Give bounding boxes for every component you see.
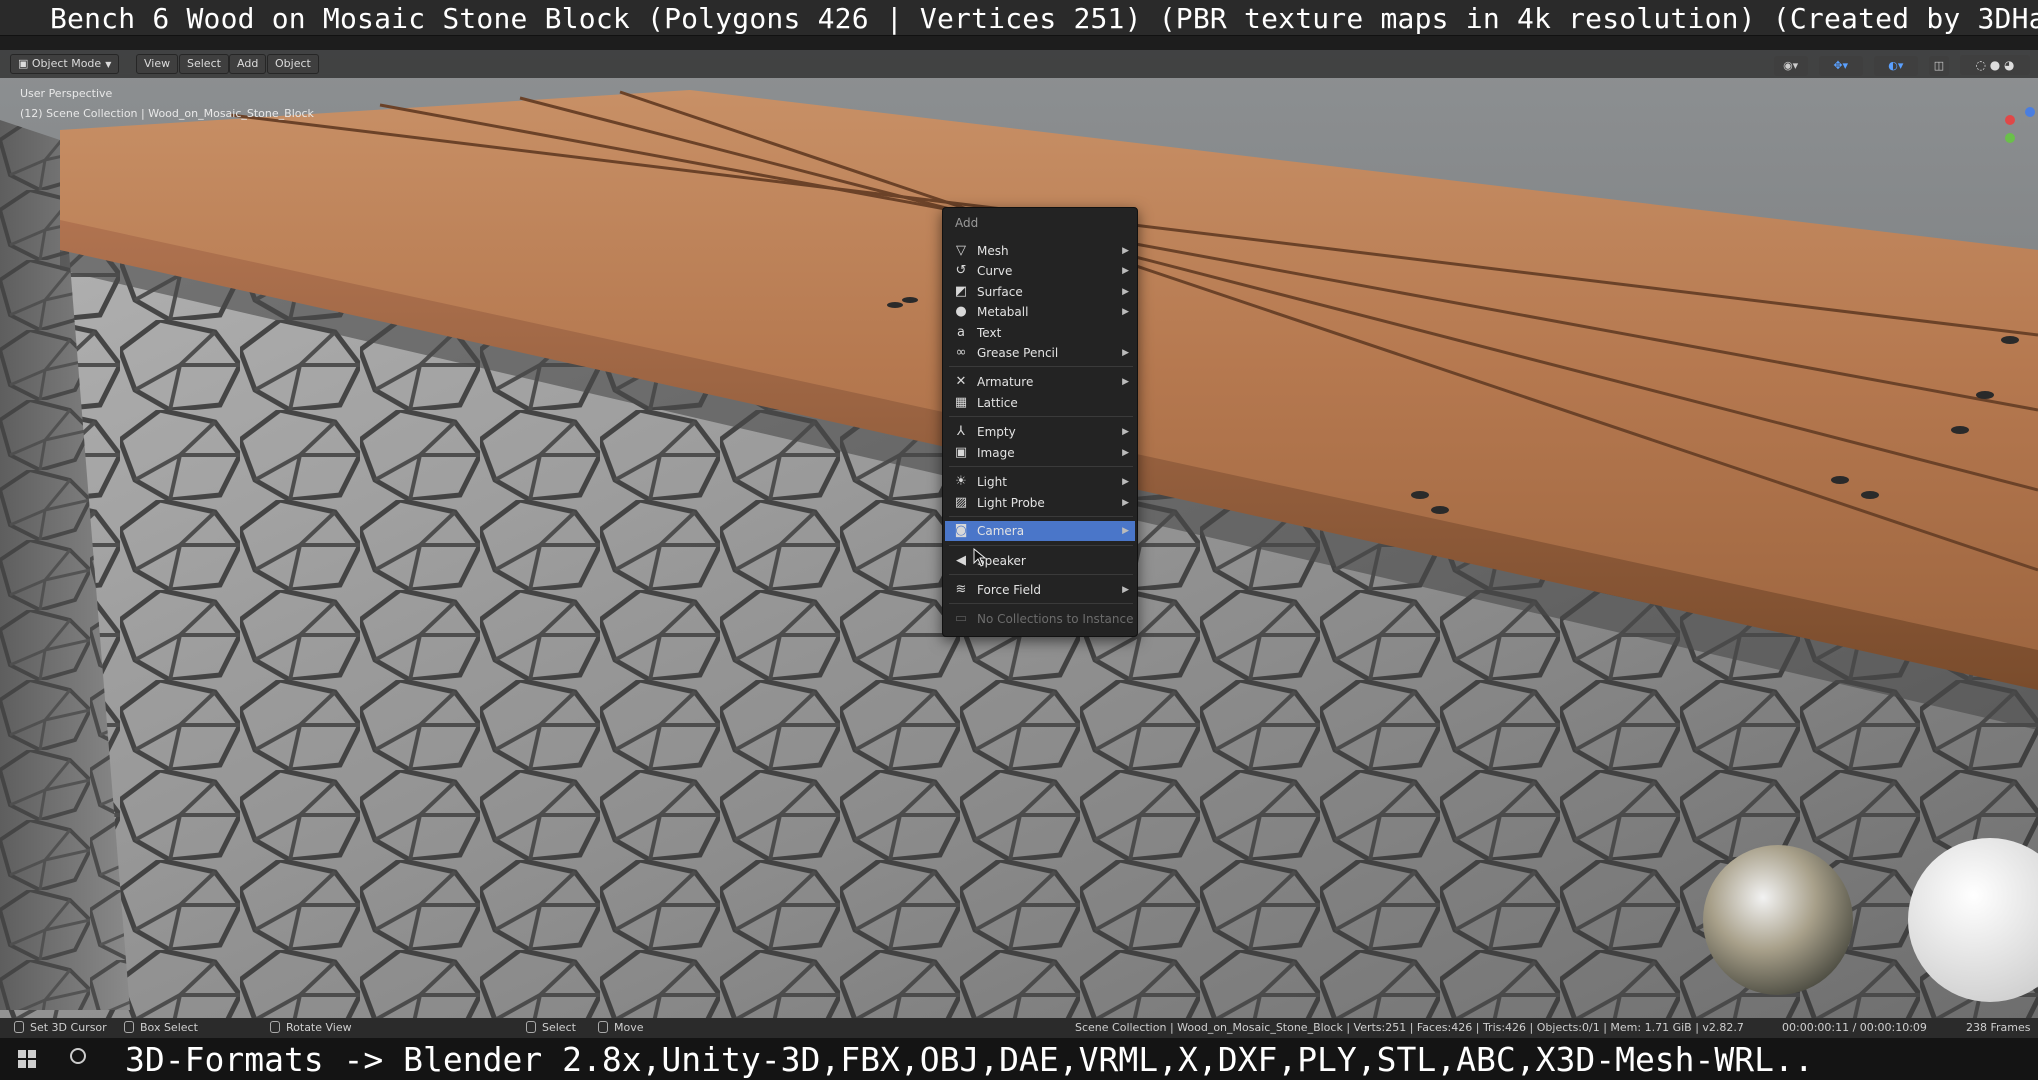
status-rotate-view: Rotate View	[270, 1021, 352, 1034]
speaker-icon: ◀	[956, 553, 966, 568]
menu-separator	[949, 466, 1133, 467]
mouse-cursor-icon	[973, 548, 987, 567]
menu-item-light[interactable]: ☀ Light ▶	[945, 472, 1135, 492]
viewport-header: ▣ Object Mode ▼ View Select Add Object ◉▾…	[0, 50, 2038, 78]
submenu-arrow-icon: ▶	[1122, 377, 1129, 387]
submenu-arrow-icon: ▶	[1122, 287, 1129, 297]
submenu-arrow-icon: ▶	[1122, 246, 1129, 256]
menu-item-lattice[interactable]: ▦ Lattice	[945, 393, 1135, 413]
menu-item-metaball[interactable]: ● Metaball ▶	[945, 302, 1135, 322]
menu-item-force-field[interactable]: ≋ Force Field ▶	[945, 580, 1135, 600]
metaball-icon: ●	[955, 304, 967, 319]
scene-statistics: Scene Collection | Wood_on_Mosaic_Stone_…	[1075, 1021, 1744, 1034]
empty-icon: ⅄	[957, 424, 965, 439]
menu-separator	[949, 603, 1133, 604]
surface-icon: ◩	[954, 284, 968, 299]
armature-icon: ✕	[955, 374, 967, 389]
shading-modes[interactable]: ◌ ● ◕	[1960, 55, 2030, 75]
submenu-arrow-icon: ▶	[1122, 477, 1129, 487]
menu-item-mesh[interactable]: ▽ Mesh ▶	[945, 241, 1135, 261]
windows-logo-icon[interactable]	[18, 1050, 36, 1068]
submenu-arrow-icon: ▶	[1122, 585, 1129, 595]
submenu-arrow-icon: ▶	[1122, 448, 1129, 458]
frame-count: 238 Frames	[1966, 1021, 2031, 1034]
force-field-icon: ≋	[955, 582, 967, 597]
mouse-middle-icon	[270, 1021, 280, 1033]
grease-pencil-icon: ∞	[955, 345, 967, 360]
menu-select[interactable]: Select	[179, 54, 229, 74]
mouse-left-icon	[14, 1021, 24, 1033]
light-probe-icon: ▨	[954, 495, 968, 510]
submenu-arrow-icon: ▶	[1122, 526, 1129, 536]
text-icon: a	[957, 325, 965, 340]
menu-item-text[interactable]: a Text	[945, 323, 1135, 343]
timecode: 00:00:00:11 / 00:00:10:09	[1782, 1021, 1927, 1034]
status-set-cursor: Set 3D Cursor	[14, 1021, 107, 1034]
viewport-perspective-label: User Perspective	[20, 87, 113, 100]
menu-separator	[949, 545, 1133, 546]
gizmo-icon[interactable]: ✥▾	[1818, 56, 1863, 76]
menu-item-armature[interactable]: ✕ Armature ▶	[945, 372, 1135, 392]
curve-icon: ↺	[955, 263, 967, 278]
menu-separator	[949, 366, 1133, 367]
light-icon: ☀	[955, 474, 967, 489]
status-box-select: Box Select	[124, 1021, 198, 1034]
status-move: Move	[598, 1021, 644, 1034]
menu-separator	[949, 516, 1133, 517]
formats-caption: 3D-Formats -> Blender 2.8x,Unity-3D,FBX,…	[125, 1040, 1814, 1079]
menu-item-image[interactable]: ▣ Image ▶	[945, 443, 1135, 463]
menu-add[interactable]: Add	[229, 54, 267, 74]
status-bar: Set 3D Cursor Box Select Rotate View Sel…	[0, 1018, 2038, 1038]
submenu-arrow-icon: ▶	[1122, 498, 1129, 508]
viewport-shading-controls: ◉▾ ✥▾ ◐▾ ◫ ◌ ● ◕	[1773, 54, 2030, 76]
add-menu: Add ▽ Mesh ▶ ↺ Curve ▶ ◩ Surface ▶ ● Met…	[942, 207, 1138, 637]
object-mode-dropdown[interactable]: ▣ Object Mode ▼	[10, 54, 120, 74]
menu-item-grease-pencil[interactable]: ∞ Grease Pencil ▶	[945, 343, 1135, 363]
mesh-icon: ▽	[956, 243, 966, 258]
camera-icon: ◙	[954, 523, 968, 538]
menu-item-empty[interactable]: ⅄ Empty ▶	[945, 422, 1135, 442]
menu-view[interactable]: View	[136, 54, 179, 74]
menu-object[interactable]: Object	[267, 54, 319, 74]
video-title-banner: Bench 6 Wood on Mosaic Stone Block (Poly…	[0, 0, 2038, 36]
menu-item-surface[interactable]: ◩ Surface ▶	[945, 282, 1135, 302]
collection-icon: ▭	[954, 611, 968, 626]
mouse-icon	[598, 1021, 608, 1033]
lattice-icon: ▦	[954, 395, 968, 410]
submenu-arrow-icon: ▶	[1122, 266, 1129, 276]
mouse-right-icon	[526, 1021, 536, 1033]
video-title: Bench 6 Wood on Mosaic Stone Block (Poly…	[50, 2, 2038, 35]
xray-icon[interactable]: ◫	[1928, 56, 1949, 76]
submenu-arrow-icon: ▶	[1122, 427, 1129, 437]
image-icon: ▣	[954, 445, 968, 460]
add-menu-title: Add	[955, 216, 979, 230]
menu-item-light-probe[interactable]: ▨ Light Probe ▶	[945, 493, 1135, 513]
menu-separator	[949, 416, 1133, 417]
submenu-arrow-icon: ▶	[1122, 348, 1129, 358]
visibility-icon[interactable]: ◉▾	[1773, 56, 1808, 76]
mouse-left-icon	[124, 1021, 134, 1033]
search-icon[interactable]	[70, 1048, 86, 1064]
menu-item-curve[interactable]: ↺ Curve ▶	[945, 261, 1135, 281]
menu-item-camera[interactable]: ◙ Camera ▶	[945, 521, 1135, 541]
menu-separator	[949, 574, 1133, 575]
viewport-collection-label: (12) Scene Collection | Wood_on_Mosaic_S…	[20, 107, 314, 120]
status-select: Select	[526, 1021, 576, 1034]
chevron-down-icon: ▼	[105, 60, 112, 69]
bottom-caption-bar: 3D-Formats -> Blender 2.8x,Unity-3D,FBX,…	[0, 1038, 2038, 1080]
menu-item-collection-instance: ▭ No Collections to Instance	[954, 611, 1134, 626]
object-mode-icon: ▣	[18, 57, 32, 70]
overlay-icon[interactable]: ◐▾	[1873, 56, 1918, 76]
submenu-arrow-icon: ▶	[1122, 307, 1129, 317]
